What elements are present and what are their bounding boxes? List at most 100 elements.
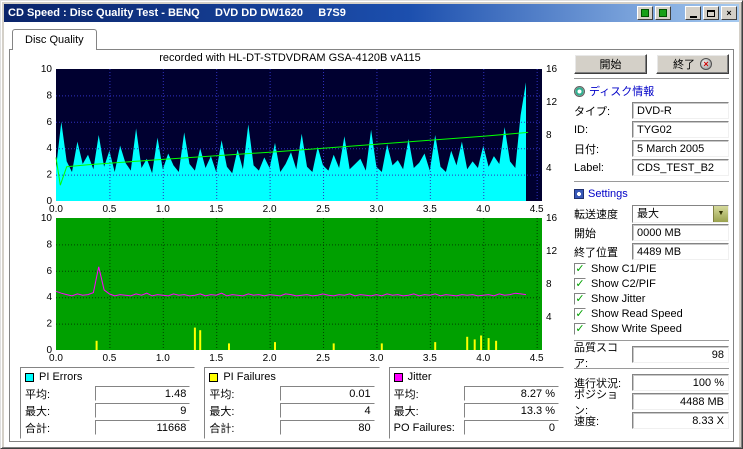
svg-text:4.0: 4.0 — [476, 353, 490, 364]
disc-info-title: ディスク情報 — [589, 86, 655, 98]
svg-text:8: 8 — [546, 279, 552, 290]
disc-label-label: Label: — [574, 161, 604, 174]
show-c2pif-checkbox[interactable]: ✓ — [574, 277, 586, 290]
speed-value: 8.33 X — [632, 412, 729, 429]
svg-text:3.5: 3.5 — [423, 353, 437, 364]
svg-text:0.0: 0.0 — [49, 204, 63, 215]
tab-disc-quality[interactable]: Disc Quality — [12, 29, 97, 50]
svg-text:16: 16 — [546, 65, 558, 75]
checkbox-row-show-read-speed: ✓ Show Read Speed — [574, 306, 729, 321]
speed-label: 速度: — [574, 415, 600, 428]
svg-text:3.0: 3.0 — [369, 353, 383, 364]
client-area: Disc Quality recorded with HL-DT-STDVDRA… — [4, 22, 739, 447]
app-window: CD Speed : Disc Quality Test - BENQ DVD … — [0, 0, 743, 449]
pi-errors-title: PI Errors — [39, 371, 83, 384]
max-label: 最大: — [209, 405, 235, 418]
svg-text:8: 8 — [46, 240, 52, 251]
window-title: CD Speed : Disc Quality Test - BENQ DVD … — [8, 7, 346, 19]
svg-text:3.0: 3.0 — [369, 204, 383, 215]
svg-text:6: 6 — [46, 117, 52, 128]
pi-failures-swatch — [209, 372, 219, 382]
svg-text:8: 8 — [46, 90, 52, 101]
transfer-speed-dropdown[interactable]: 最大 ▼ — [632, 204, 729, 223]
svg-text:3.5: 3.5 — [423, 204, 437, 215]
svg-text:4: 4 — [546, 163, 552, 174]
quality-score-value: 98 — [632, 346, 729, 363]
jitter-title: Jitter — [407, 371, 432, 384]
svg-text:4.5: 4.5 — [530, 353, 544, 364]
disc-id-value: TYG02 — [632, 121, 729, 138]
svg-text:4: 4 — [46, 293, 52, 304]
svg-text:0.0: 0.0 — [49, 353, 63, 364]
disc-type-value: DVD-R — [632, 102, 729, 119]
pie-speed-chart: 10864201612840.0 0.5 1.0 1.5 2.0 2.5 3.0 3.5 4.0… — [41, 65, 558, 215]
transfer-speed-label: 転送速度 — [574, 208, 618, 221]
titlebar-green-icon-1[interactable] — [637, 6, 653, 20]
maximize-button[interactable] — [703, 6, 719, 20]
max-label: 最大: — [393, 405, 419, 418]
checkbox-row-show-write-speed: ✓ Show Write Speed — [574, 321, 729, 336]
svg-text:4.0: 4.0 — [476, 204, 490, 215]
pi-errors-panel: PI Errors 平均: 1.48 最大: 9 合計: 11668 — [20, 366, 196, 439]
svg-text:16: 16 — [546, 214, 558, 224]
tab-page: recorded with HL-DT-STDVDRAM GSA-4120B v… — [9, 49, 734, 442]
svg-text:10: 10 — [41, 65, 53, 75]
disc-id-label: ID: — [574, 123, 589, 136]
svg-text:4.5: 4.5 — [530, 204, 544, 215]
svg-text:10: 10 — [41, 214, 53, 224]
avg-label: 平均: — [393, 388, 419, 401]
chart-column: recorded with HL-DT-STDVDRAM GSA-4120B v… — [14, 52, 566, 439]
end-position-label: 終了位置 — [574, 246, 618, 259]
pi-errors-swatch — [25, 372, 34, 382]
svg-text:2: 2 — [46, 319, 52, 330]
green-app-icon — [659, 9, 667, 17]
start-position-field[interactable]: 0000 MB — [632, 224, 729, 241]
exit-button[interactable]: 終了 × — [656, 54, 729, 74]
jitter-panel: Jitter 平均: 8.27 % 最大: 13.3 % PO Failures: 0 — [388, 366, 564, 439]
minimize-button[interactable] — [685, 6, 701, 20]
close-button[interactable]: × — [721, 6, 737, 20]
chevron-down-icon[interactable]: ▼ — [713, 205, 728, 222]
end-position-field[interactable]: 4489 MB — [632, 243, 729, 260]
show-c1pie-checkbox[interactable]: ✓ — [574, 262, 586, 275]
start-button-label: 開始 — [599, 59, 622, 71]
show-read-speed-checkbox[interactable]: ✓ — [574, 307, 586, 320]
checkbox-row-show-jitter: ✓ Show Jitter — [574, 291, 729, 306]
svg-text:4: 4 — [46, 143, 52, 154]
po-failures-value: 0 — [463, 420, 559, 436]
minimize-icon — [689, 15, 697, 18]
pi-failures-max: 4 — [279, 403, 375, 419]
disc-type-label: タイプ: — [574, 105, 611, 118]
checkbox-row-show-c1pie: ✓ Show C1/PIE — [574, 261, 729, 276]
checkbox-row-show-c2pif: ✓ Show C2/PIF — [574, 276, 729, 291]
show-c1pie-label: Show C1/PIE — [591, 262, 657, 275]
separator — [574, 181, 729, 183]
show-write-speed-label: Show Write Speed — [591, 322, 682, 335]
pi-failures-avg: 0.01 — [279, 386, 375, 402]
pi-failures-title: PI Failures — [223, 371, 276, 384]
settings-header: Settings — [574, 187, 729, 201]
pi-errors-total: 11668 — [95, 420, 191, 436]
control-panel: 開始 終了 × ディスク情報 タイプ: DVD-R ID: TYG02 日付: 5 M… — [566, 52, 731, 439]
titlebar-green-icon-2[interactable] — [655, 6, 671, 20]
svg-text:2.0: 2.0 — [263, 204, 277, 215]
start-position-label: 開始 — [574, 227, 596, 240]
jitter-max: 13.3 % — [463, 403, 559, 419]
start-button[interactable]: 開始 — [574, 54, 647, 74]
total-label: 合計: — [25, 422, 51, 435]
statistics-row: PI Errors 平均: 1.48 最大: 9 合計: 11668 PI Failu… — [20, 366, 564, 439]
svg-text:2.5: 2.5 — [316, 204, 330, 215]
total-label: 合計: — [209, 422, 235, 435]
show-jitter-label: Show Jitter — [591, 292, 646, 305]
exit-button-label: 終了 — [673, 59, 695, 71]
svg-text:4: 4 — [546, 312, 552, 323]
svg-text:12: 12 — [546, 97, 558, 108]
pi-errors-max: 9 — [95, 403, 191, 419]
disc-info-header: ディスク情報 — [574, 84, 729, 98]
disc-icon — [574, 85, 585, 97]
show-write-speed-checkbox[interactable]: ✓ — [574, 322, 586, 335]
disc-label-value: CDS_TEST_B2 — [632, 159, 729, 176]
show-jitter-checkbox[interactable]: ✓ — [574, 292, 586, 305]
po-failures-label: PO Failures: — [393, 421, 455, 434]
jitter-swatch — [393, 372, 403, 382]
